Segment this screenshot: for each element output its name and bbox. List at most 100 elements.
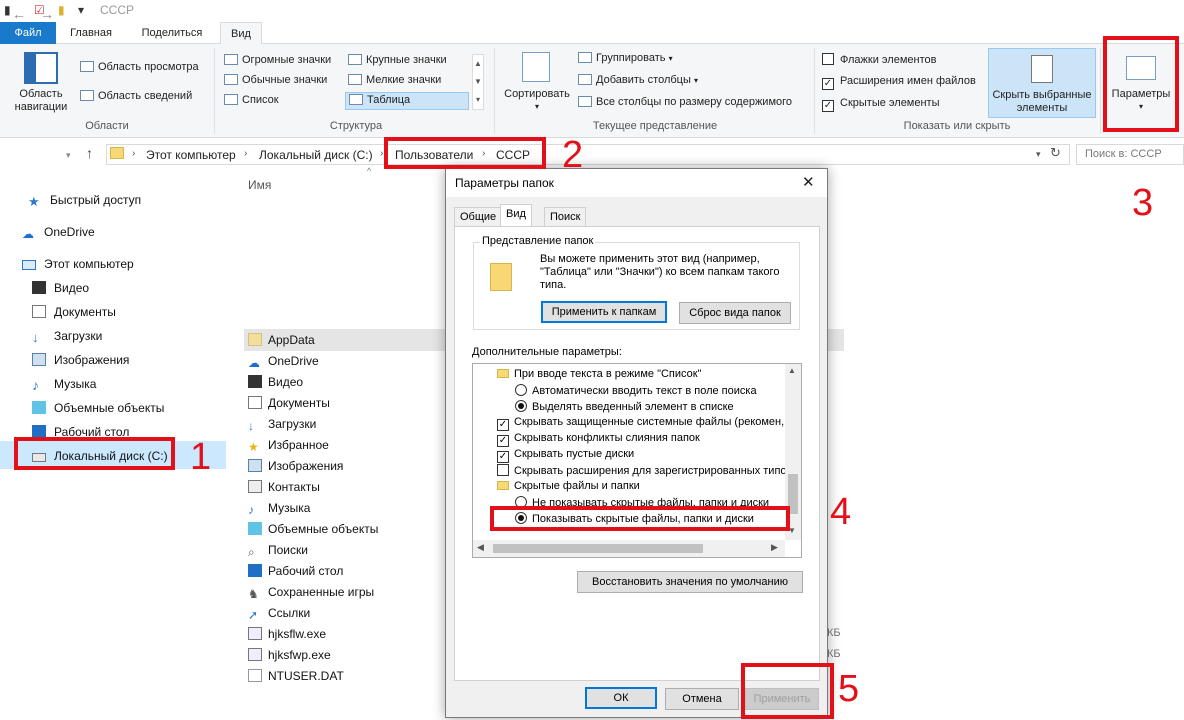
fit-columns-button[interactable]: Все столбцы по размеру содержимого [578, 96, 792, 108]
breadcrumb-separator-icon: › [132, 148, 136, 159]
list-item[interactable]: Документы [248, 396, 330, 410]
restore-defaults-button[interactable]: Восстановить значения по умолчанию [577, 571, 803, 593]
nav-3d-objects[interactable]: Объемные объекты [32, 401, 164, 415]
list-item[interactable]: ⌕ Поиски [248, 543, 308, 559]
layout-label: Крупные значки [366, 54, 447, 66]
tab-file[interactable]: Файл [0, 22, 56, 44]
list-item[interactable]: Скрывать расширения для зарегистрированн… [497, 464, 787, 477]
list-item[interactable]: ☁ OneDrive [248, 354, 319, 370]
list-item[interactable]: Автоматически вводить текст в поле поиск… [515, 384, 757, 397]
layout-details[interactable]: Таблица [345, 92, 469, 110]
nav-this-pc[interactable]: Этот компьютер [22, 257, 134, 271]
radio-select-typed[interactable] [515, 400, 527, 412]
list-item[interactable]: ✓ Скрывать защищенные системные файлы (ре… [497, 416, 784, 431]
item-checkboxes-toggle[interactable]: Флажки элементов [822, 53, 936, 66]
tab-share[interactable]: Поделиться [130, 22, 214, 44]
search-input[interactable]: Поиск в: СССР [1076, 144, 1184, 165]
cancel-button[interactable]: Отмена [665, 688, 739, 710]
nav-quick-access[interactable]: ★ Быстрый доступ [28, 193, 141, 209]
address-history-icon[interactable]: ▾ [1036, 149, 1041, 160]
back-icon[interactable]: ← [12, 6, 26, 22]
list-item[interactable]: Объемные объекты [248, 522, 378, 536]
column-header-name[interactable]: Имя [248, 178, 271, 192]
list-item[interactable]: Контакты [248, 480, 320, 494]
scroll-left-icon[interactable]: ◀ [477, 542, 484, 553]
tab-view[interactable]: Вид [500, 204, 532, 227]
apply-to-folders-button[interactable]: Применить к папкам [541, 301, 667, 323]
sort-indicator-icon: ^ [367, 166, 372, 176]
list-item[interactable]: NTUSER.DAT [248, 669, 344, 683]
nav-onedrive[interactable]: ☁ OneDrive [22, 225, 95, 241]
tab-search[interactable]: Поиск [544, 207, 587, 226]
preview-pane-button[interactable]: Область просмотра [80, 61, 199, 73]
list-item[interactable]: Выделять введенный элемент в списке [515, 400, 734, 413]
tab-view[interactable]: Вид [220, 22, 262, 45]
h-scroll-thumb[interactable] [493, 544, 703, 553]
nav-documents[interactable]: Документы [32, 305, 116, 319]
layout-small-icons[interactable]: Мелкие значки [348, 74, 441, 86]
refresh-icon[interactable]: ↻ [1050, 145, 1061, 161]
group-by-button[interactable]: Группировать ▾ [578, 52, 673, 64]
tree-label: Скрытые файлы и папки [514, 480, 640, 492]
checkbox-hide-merge-conflicts[interactable]: ✓ [497, 435, 509, 447]
radio-auto-type[interactable] [515, 384, 527, 396]
quick-access-dropdown-icon[interactable]: ▾ [78, 3, 84, 17]
file-icon [248, 669, 262, 682]
navigation-pane-icon[interactable] [24, 52, 58, 84]
list-item[interactable]: hjksflw.exe [248, 627, 326, 641]
dialog-title-bar: Параметры папок ✕ [446, 169, 827, 197]
list-item[interactable]: ♪ Музыка [248, 501, 310, 517]
layout-extra-large-icons[interactable]: Огромные значки [224, 54, 331, 66]
list-item[interactable]: ★ Избранное [248, 438, 329, 454]
layout-scroll[interactable]: ▲ ▼ ▾ [472, 54, 484, 110]
checkbox-hide-extensions[interactable] [497, 464, 509, 476]
checkbox-hide-protected[interactable]: ✓ [497, 419, 509, 431]
breadcrumb-local-disk[interactable]: Локальный диск (C:) [259, 148, 373, 162]
file-extensions-toggle[interactable]: ✓ Расширения имен файлов [822, 75, 976, 90]
scroll-up-icon[interactable]: ▲ [788, 366, 796, 375]
list-item[interactable]: hjksfwp.exe [248, 648, 331, 662]
nav-music[interactable]: ♪ Музыка [32, 377, 96, 393]
list-item[interactable]: ✓ Скрывать конфликты слияния папок [497, 432, 700, 447]
list-item[interactable]: Видео [248, 375, 303, 389]
reset-folders-button[interactable]: Сброс вида папок [679, 302, 791, 324]
address-bar[interactable] [106, 144, 1070, 165]
tab-general[interactable]: Общие [454, 207, 503, 226]
breadcrumb-this-pc[interactable]: Этот компьютер [146, 148, 236, 162]
list-item[interactable]: ➚ Ссылки [248, 606, 310, 622]
recent-dropdown-icon[interactable]: ▾ [66, 150, 71, 161]
horizontal-scrollbar[interactable]: ◀ ▶ [473, 540, 785, 557]
list-item[interactable]: Изображения [248, 459, 343, 473]
layout-large-icons[interactable]: Крупные значки [348, 54, 447, 66]
ribbon-separator [814, 48, 815, 134]
layout-medium-icons[interactable]: Обычные значки [224, 74, 327, 86]
list-item[interactable]: AppData [248, 333, 315, 347]
preview-pane-label: Область просмотра [98, 61, 199, 73]
music-icon: ♪ [32, 377, 39, 393]
sort-button[interactable]: Сортировать ▾ [500, 88, 574, 112]
nav-downloads[interactable]: ↓ Загрузки [32, 329, 102, 345]
ok-button[interactable]: ОК [585, 687, 657, 709]
annotation-box-1 [14, 437, 175, 470]
list-item[interactable]: Рабочий стол [248, 564, 343, 578]
file-name: Рабочий стол [268, 564, 344, 578]
add-columns-button[interactable]: Добавить столбцы ▾ [578, 74, 698, 86]
forward-icon[interactable]: → [40, 6, 54, 22]
scroll-right-icon[interactable]: ▶ [771, 542, 778, 553]
navigation-pane-button[interactable]: Область навигации [8, 88, 74, 114]
list-item[interactable]: ♞ Сохраненные игры [248, 585, 374, 601]
nav-videos[interactable]: Видео [32, 281, 89, 295]
list-item[interactable]: ✓ Скрывать пустые диски [497, 448, 634, 463]
checkbox-hide-empty-drives[interactable]: ✓ [497, 451, 509, 463]
tab-home[interactable]: Главная [60, 22, 122, 44]
layout-list[interactable]: Список [224, 94, 279, 106]
new-folder-icon[interactable]: ▮ [58, 3, 65, 17]
close-icon[interactable]: ✕ [802, 173, 815, 191]
details-pane-button[interactable]: Область сведений [80, 90, 192, 102]
up-icon[interactable]: ↑ [86, 145, 93, 161]
nav-pictures[interactable]: Изображения [32, 353, 129, 367]
hide-selected-button[interactable]: Скрыть выбранные элементы [988, 48, 1096, 118]
list-item[interactable]: ↓ Загрузки [248, 417, 316, 433]
hidden-items-toggle[interactable]: ✓ Скрытые элементы [822, 97, 940, 112]
sort-icon[interactable] [522, 52, 550, 82]
